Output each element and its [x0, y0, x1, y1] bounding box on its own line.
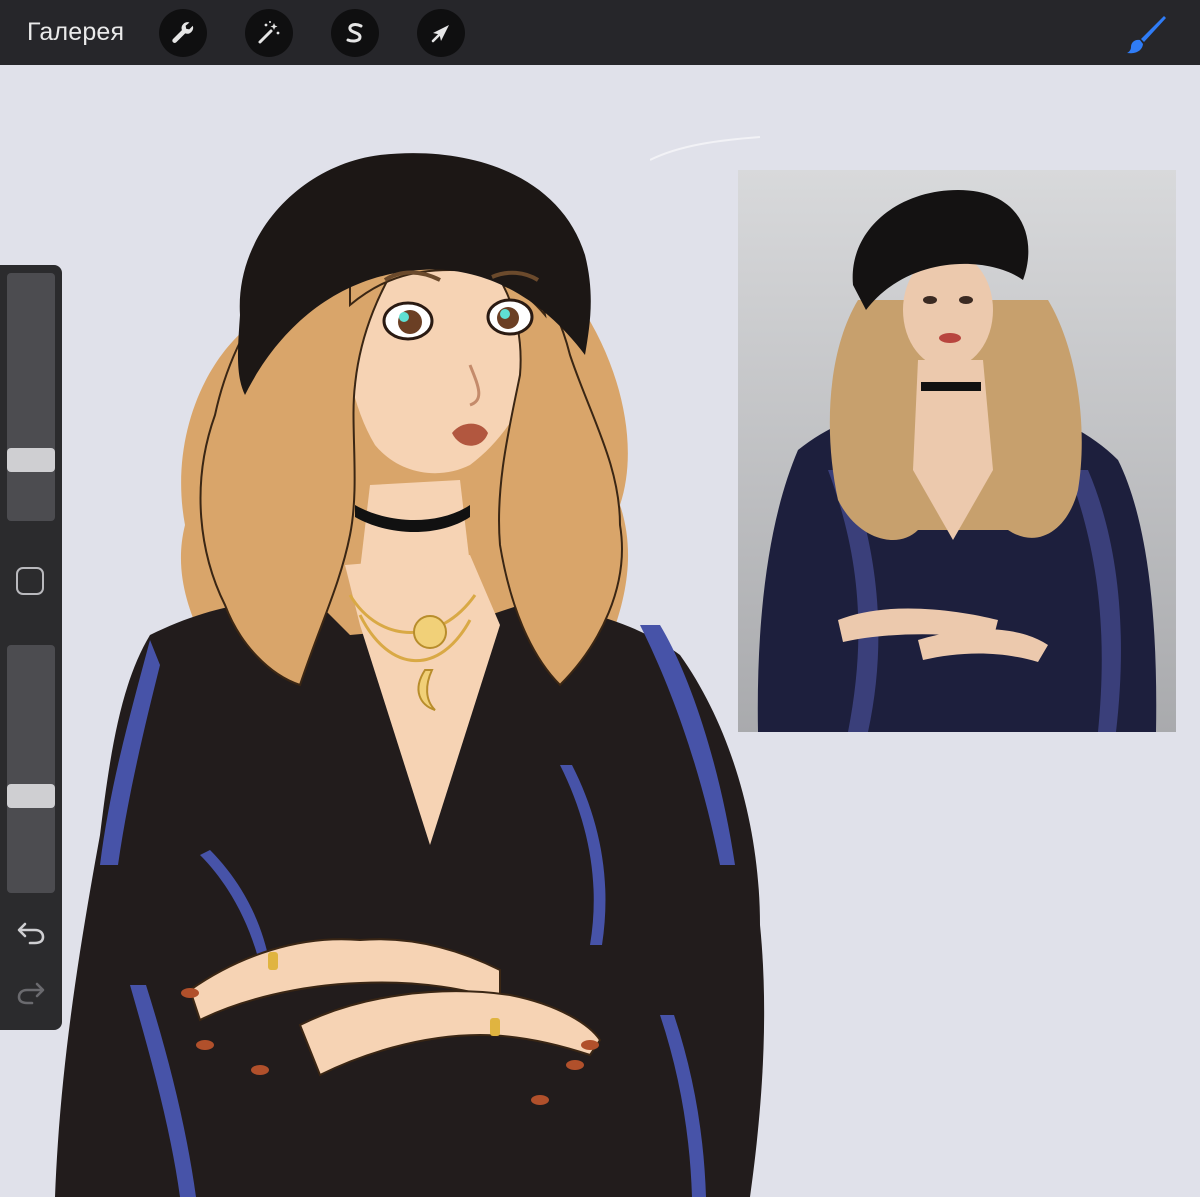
- drawing-canvas[interactable]: [0, 65, 1200, 1197]
- wrench-icon: [172, 22, 194, 43]
- selection-s-icon: [346, 23, 363, 43]
- brush-size-thumb[interactable]: [7, 447, 55, 472]
- gallery-button[interactable]: Галерея: [27, 18, 124, 47]
- arrow-cursor-icon: [431, 25, 449, 43]
- paintbrush-icon[interactable]: [1124, 12, 1168, 56]
- square-modify-icon[interactable]: [16, 567, 44, 595]
- opacity-slider[interactable]: [7, 645, 55, 893]
- undo-icon[interactable]: [14, 915, 48, 949]
- top-toolbar: Галерея: [0, 0, 1200, 65]
- redo-icon[interactable]: [14, 975, 48, 1009]
- transform-button[interactable]: [417, 9, 465, 57]
- selection-button[interactable]: [331, 9, 379, 57]
- adjustments-button[interactable]: [245, 9, 293, 57]
- faint-stroke: [650, 136, 761, 161]
- magic-wand-icon: [258, 21, 280, 44]
- brush-size-slider[interactable]: [7, 273, 55, 521]
- opacity-thumb[interactable]: [7, 783, 55, 808]
- actions-button[interactable]: [159, 9, 207, 57]
- sidebar: [0, 265, 62, 1030]
- reference-photo-image: [738, 170, 1176, 732]
- reference-photo[interactable]: [738, 170, 1176, 732]
